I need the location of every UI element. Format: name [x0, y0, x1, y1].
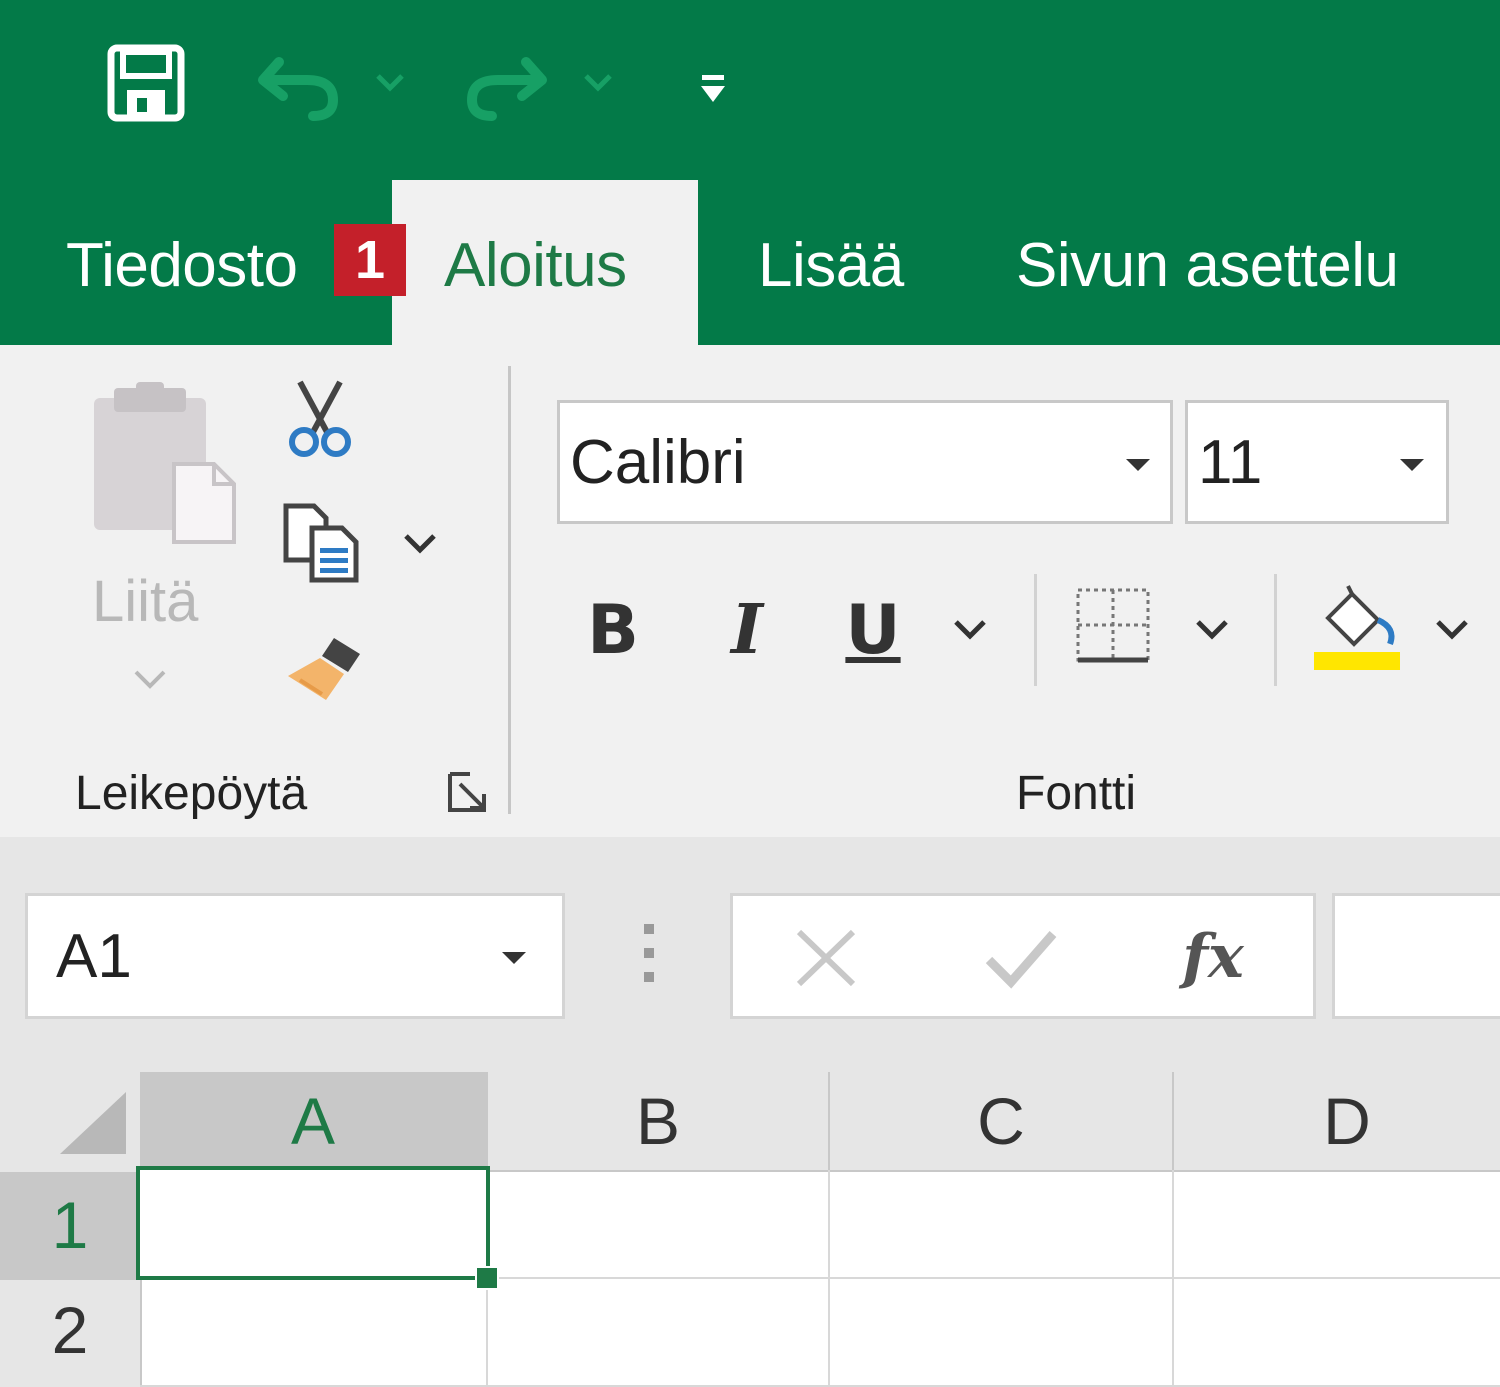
italic-button-label: I — [731, 590, 763, 670]
row-header-1[interactable]: 1 — [0, 1172, 140, 1278]
column-header-a[interactable]: A — [140, 1072, 486, 1170]
paste-dropdown-chevron-icon[interactable] — [132, 668, 168, 692]
select-all-icon[interactable] — [56, 1090, 128, 1156]
cell-d2[interactable] — [1174, 1280, 1500, 1385]
underline-button[interactable]: U — [838, 590, 908, 670]
font-name-value: Calibri — [570, 427, 746, 497]
cell-c1[interactable] — [830, 1172, 1172, 1277]
cell-b2[interactable] — [488, 1280, 828, 1385]
bold-button[interactable]: B — [578, 590, 648, 670]
cell-b1[interactable] — [488, 1172, 828, 1277]
copy-dropdown-chevron-icon[interactable] — [402, 532, 438, 556]
tab-aloitus-label: Aloitus — [444, 230, 627, 300]
column-separator — [486, 1072, 488, 1170]
font-subgroup-separator-2 — [1274, 574, 1277, 686]
cell-c2[interactable] — [830, 1280, 1172, 1385]
copy-icon[interactable] — [282, 502, 362, 584]
underline-dropdown-chevron-icon[interactable] — [952, 618, 988, 642]
column-separator — [1172, 1072, 1174, 1170]
cancel-icon[interactable] — [791, 926, 861, 990]
column-header-c[interactable]: C — [830, 1072, 1172, 1170]
cell-d1[interactable] — [1174, 1172, 1500, 1277]
clipboard-dialog-launcher-icon[interactable] — [446, 770, 492, 816]
paste-icon[interactable] — [88, 380, 238, 550]
column-header-d[interactable]: D — [1174, 1072, 1500, 1170]
tab-sivun-asettelu-label: Sivun asettelu — [1016, 230, 1399, 300]
font-name-dropdown-arrow-icon[interactable] — [1126, 459, 1150, 471]
insert-function-label: fx — [1182, 922, 1244, 992]
formula-bar-resize-handle-icon[interactable] — [640, 920, 658, 988]
italic-button[interactable]: I — [712, 590, 782, 670]
customize-qat-icon[interactable] — [693, 70, 733, 110]
format-painter-icon[interactable] — [286, 632, 366, 704]
column-separator — [828, 1072, 830, 1170]
insert-function-icon[interactable]: fx — [1163, 910, 1263, 1004]
tab-tiedosto[interactable]: Tiedosto — [66, 220, 298, 310]
font-size-dropdown-arrow-icon[interactable] — [1400, 459, 1424, 471]
borders-icon[interactable] — [1074, 586, 1152, 664]
fill-color-icon[interactable] — [1312, 582, 1402, 674]
tab-lisaa-label: Lisää — [758, 230, 904, 300]
tab-lisaa[interactable]: Lisää — [758, 220, 904, 310]
keytip-badge: 1 — [334, 224, 406, 296]
undo-icon[interactable] — [255, 48, 345, 124]
paste-label[interactable]: Liitä — [92, 568, 198, 635]
font-subgroup-separator — [1034, 574, 1037, 686]
group-separator — [508, 366, 511, 814]
save-icon[interactable] — [105, 42, 187, 124]
undo-dropdown-chevron-icon[interactable] — [370, 62, 410, 102]
cell-a2[interactable] — [140, 1280, 486, 1385]
fill-handle[interactable] — [475, 1266, 499, 1290]
tab-tiedosto-label: Tiedosto — [66, 230, 298, 300]
bold-button-label: B — [587, 590, 639, 670]
font-size-combobox[interactable]: 11 — [1185, 400, 1449, 524]
formula-input[interactable] — [1332, 893, 1500, 1019]
underline-button-label: U — [845, 590, 901, 670]
column-header-b[interactable]: B — [488, 1072, 828, 1170]
tab-aloitus[interactable]: Aloitus — [444, 220, 627, 310]
name-box-dropdown-arrow-icon[interactable] — [502, 952, 526, 964]
redo-dropdown-chevron-icon[interactable] — [578, 62, 618, 102]
name-box[interactable]: A1 — [25, 893, 565, 1019]
formula-buttons: fx — [730, 893, 1316, 1019]
borders-dropdown-chevron-icon[interactable] — [1194, 618, 1230, 642]
row-header-2[interactable]: 2 — [0, 1280, 140, 1380]
tab-sivun-asettelu[interactable]: Sivun asettelu — [1016, 220, 1399, 310]
enter-check-icon[interactable] — [983, 926, 1059, 990]
font-group-label: Fontti — [1016, 767, 1137, 820]
cut-icon[interactable] — [282, 378, 358, 460]
row-header-gridline — [0, 1278, 140, 1280]
name-box-value: A1 — [56, 921, 132, 991]
fill-color-dropdown-chevron-icon[interactable] — [1434, 618, 1470, 642]
clipboard-group-label: Leikepöytä — [75, 767, 308, 820]
font-name-combobox[interactable]: Calibri — [557, 400, 1173, 524]
font-size-value: 11 — [1198, 427, 1263, 497]
redo-icon[interactable] — [460, 48, 550, 124]
cell-a1-selected[interactable] — [136, 1166, 490, 1280]
